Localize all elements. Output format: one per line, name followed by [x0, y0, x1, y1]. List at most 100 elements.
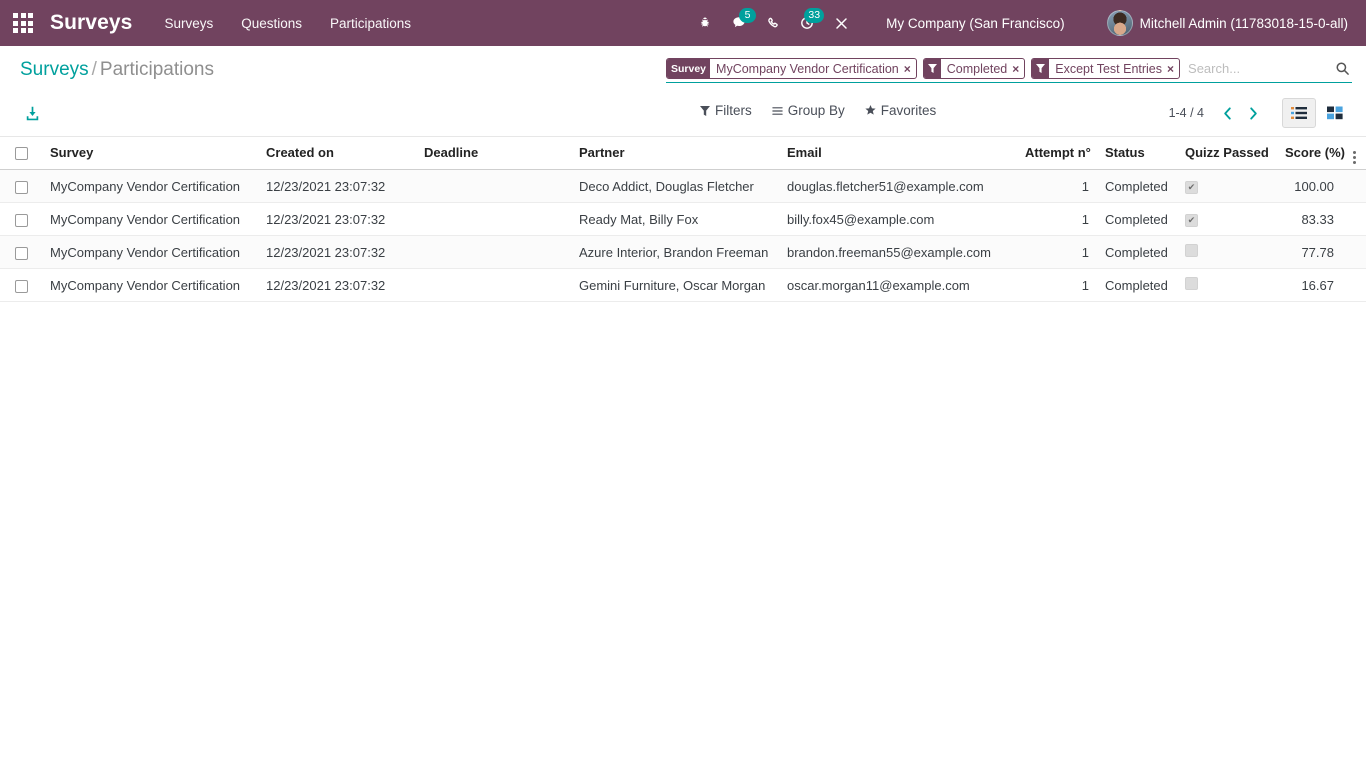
group-by-label: Group By [787, 103, 845, 118]
view-switcher [1282, 98, 1352, 128]
filter-icon [1032, 59, 1050, 78]
table-row[interactable]: MyCompany Vendor Certification 12/23/202… [0, 235, 1366, 270]
quizz-passed-checkbox [1185, 277, 1198, 291]
column-header-deadline[interactable]: Deadline [416, 137, 571, 171]
favorites-button[interactable]: Favorites [855, 100, 947, 121]
menu-item-participations[interactable]: Participations [316, 10, 425, 37]
search-facet-completed[interactable]: Completed × [922, 58, 1026, 79]
table-row[interactable]: MyCompany Vendor Certification 12/23/202… [0, 169, 1366, 204]
user-name: Mitchell Admin (11783018-15-0-all) [1139, 15, 1348, 31]
cell-attempt: 1 [1017, 202, 1097, 237]
column-header-email[interactable]: Email [779, 137, 1017, 171]
pager-value[interactable]: 1-4 / 4 [1169, 106, 1214, 120]
cell-spacer [1342, 202, 1366, 237]
activities-icon[interactable]: 33 [790, 6, 825, 40]
row-checkbox[interactable] [14, 213, 28, 227]
search-facet-except-test-entries[interactable]: Except Test Entries × [1031, 58, 1181, 79]
cell-partner: Azure Interior, Brandon Freeman [571, 235, 779, 270]
facet-remove-survey[interactable]: × [902, 59, 916, 78]
cell-email: oscar.morgan11@example.com [779, 268, 1017, 303]
company-switcher[interactable]: My Company (San Francisco) [874, 10, 1077, 37]
group-by-button[interactable]: Group By [762, 100, 855, 121]
chevron-left-icon[interactable] [1214, 100, 1240, 126]
control-panel: Surveys / Participations Survey MyCompany … [0, 46, 1366, 137]
cell-created-on: 12/23/2021 23:07:32 [258, 235, 416, 270]
kanban-view-icon[interactable] [1318, 98, 1352, 128]
column-header-quizz-passed[interactable]: Quizz Passed [1177, 137, 1277, 171]
column-header-score[interactable]: Score (%) [1277, 137, 1345, 171]
cell-quizz-passed [1177, 202, 1277, 237]
search-dropdown-buttons: Filters Group By Favorites [690, 100, 946, 121]
filter-icon [923, 59, 941, 78]
cell-email: brandon.freeman55@example.com [779, 235, 1017, 270]
facet-value-survey: MyCompany Vendor Certification [716, 61, 899, 76]
table-row[interactable]: MyCompany Vendor Certification 12/23/202… [0, 268, 1366, 303]
search-facet-survey[interactable]: Survey MyCompany Vendor Certification × [666, 58, 917, 79]
cell-email: douglas.fletcher51@example.com [779, 169, 1017, 204]
cell-attempt: 1 [1017, 235, 1097, 270]
facet-value-except-test-entries: Except Test Entries [1055, 61, 1163, 76]
quizz-passed-checkbox [1185, 181, 1198, 195]
developer-tools-icon[interactable] [824, 6, 858, 40]
list-view: Survey Created on Deadline Partner Email… [0, 137, 1366, 768]
download-icon[interactable] [20, 103, 45, 124]
table-row[interactable]: MyCompany Vendor Certification 12/23/202… [0, 202, 1366, 237]
app-brand-surveys[interactable]: Surveys [42, 11, 150, 35]
cell-spacer [1342, 268, 1366, 303]
user-menu[interactable]: Mitchell Admin (11783018-15-0-all) [1097, 6, 1354, 40]
optional-columns-icon[interactable] [1342, 137, 1366, 171]
chevron-right-icon[interactable] [1240, 100, 1266, 126]
cell-attempt: 1 [1017, 169, 1097, 204]
facet-remove-except-test-entries[interactable]: × [1165, 59, 1179, 78]
cell-survey: MyCompany Vendor Certification [42, 169, 258, 204]
select-all-checkbox[interactable] [14, 147, 28, 161]
apps-grid-icon[interactable] [10, 10, 36, 36]
row-select-cell [0, 169, 42, 204]
quizz-passed-checkbox [1185, 244, 1198, 258]
cell-score: 100.00 [1277, 169, 1342, 204]
cell-score: 16.67 [1277, 268, 1342, 303]
cell-status: Completed [1097, 202, 1177, 237]
cell-spacer [1342, 235, 1366, 270]
quizz-passed-checkbox [1185, 214, 1198, 228]
column-header-created-on[interactable]: Created on [258, 137, 416, 171]
column-header-partner[interactable]: Partner [571, 137, 779, 171]
select-all-header [0, 137, 42, 171]
facet-remove-completed[interactable]: × [1010, 59, 1024, 78]
row-select-cell [0, 268, 42, 303]
column-header-survey[interactable]: Survey [42, 137, 258, 171]
row-checkbox[interactable] [14, 180, 28, 194]
phone-icon[interactable] [756, 6, 790, 40]
table-body: MyCompany Vendor Certification 12/23/202… [0, 169, 1366, 303]
control-panel-right: 1-4 / 4 [1169, 98, 1352, 128]
cell-survey: MyCompany Vendor Certification [42, 202, 258, 237]
menu-item-questions[interactable]: Questions [227, 10, 316, 37]
column-header-attempt[interactable]: Attempt n° [1017, 137, 1097, 171]
search-icon[interactable] [1329, 61, 1352, 76]
cell-status: Completed [1097, 169, 1177, 204]
top-navbar: Surveys Surveys Questions Participations… [0, 0, 1366, 46]
menu-item-surveys[interactable]: Surveys [150, 10, 227, 37]
list-view-icon[interactable] [1282, 98, 1316, 128]
cell-created-on: 12/23/2021 23:07:32 [258, 202, 416, 237]
bug-icon[interactable] [688, 6, 722, 40]
avatar [1106, 10, 1133, 36]
breadcrumb-surveys[interactable]: Surveys [20, 59, 89, 80]
cell-status: Completed [1097, 235, 1177, 270]
filters-button[interactable]: Filters [690, 100, 762, 121]
breadcrumb-separator: / [91, 59, 97, 80]
messages-icon[interactable]: 5 [722, 6, 757, 40]
table-header-row: Survey Created on Deadline Partner Email… [0, 137, 1366, 171]
breadcrumb-current: Participations [99, 59, 214, 80]
cell-deadline [416, 169, 571, 204]
column-header-status[interactable]: Status [1097, 137, 1177, 171]
row-checkbox[interactable] [14, 246, 28, 260]
systray: 5 33 My Company (San Francisco) Mitchell… [688, 6, 1354, 40]
search-input[interactable] [1186, 58, 1329, 79]
search-bar: Survey MyCompany Vendor Certification × … [666, 58, 1352, 83]
row-checkbox[interactable] [14, 279, 28, 293]
cell-spacer [1342, 169, 1366, 204]
cell-partner: Gemini Furniture, Oscar Morgan [571, 268, 779, 303]
cell-deadline [416, 235, 571, 270]
cell-quizz-passed [1177, 235, 1277, 270]
